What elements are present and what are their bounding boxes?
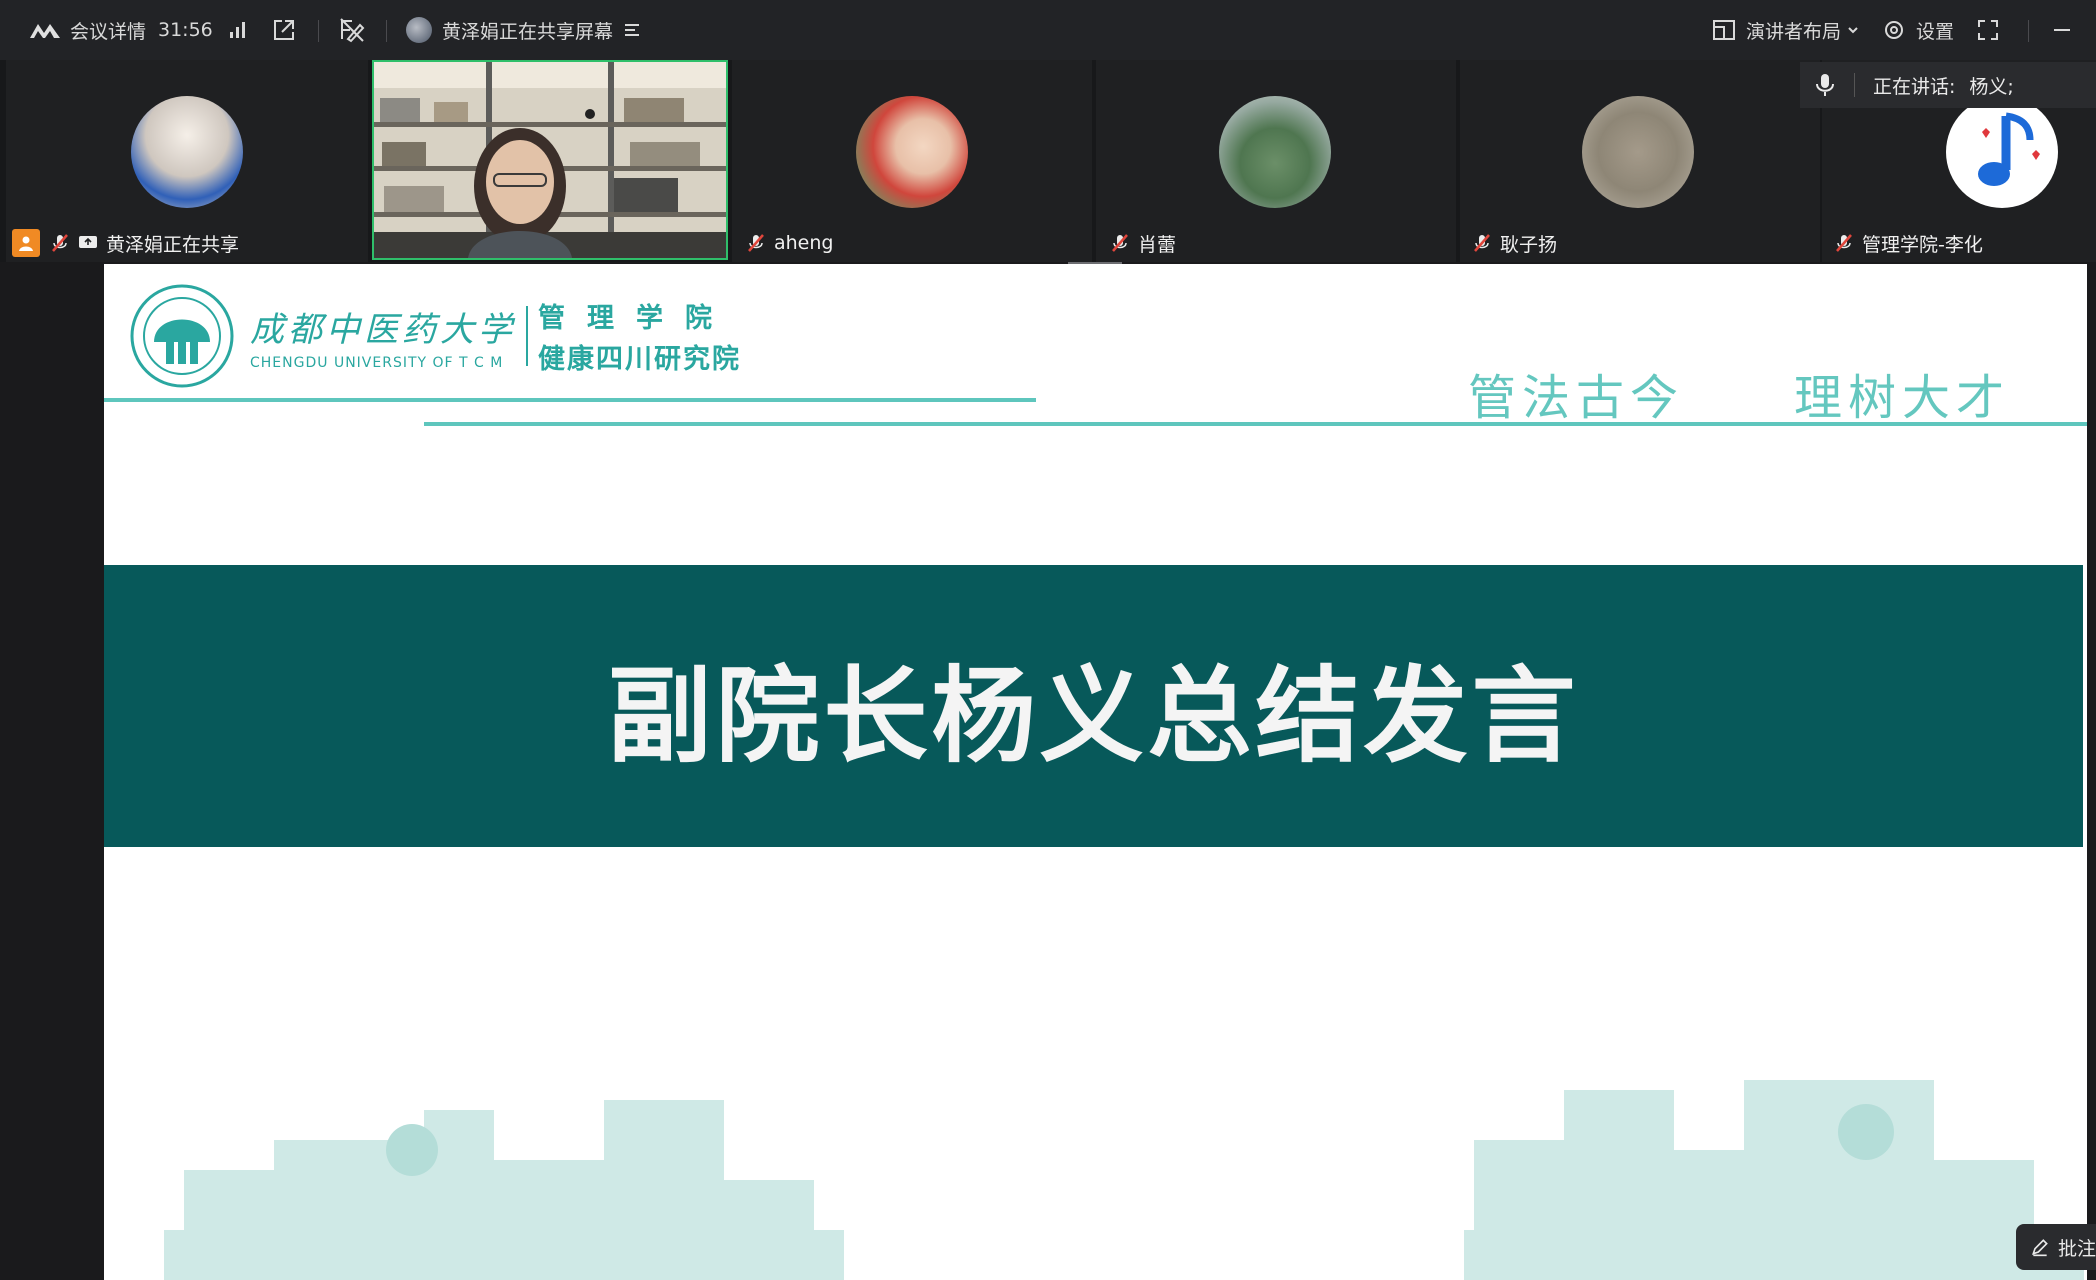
participant-tile[interactable]: 黄泽娟正在共享 [6, 60, 368, 262]
annotation-disabled-icon[interactable] [338, 0, 366, 60]
pen-icon [2032, 1239, 2048, 1257]
annotate-button[interactable]: 批注 [2016, 1224, 2096, 1270]
divider-line [424, 422, 2087, 426]
speaking-indicator: 正在讲话: 杨义; [1800, 62, 2096, 108]
meeting-details-label: 会议详情 [70, 20, 147, 43]
video-feed [374, 62, 726, 258]
avatar [1946, 96, 2058, 208]
minimize-icon[interactable] [2052, 0, 2072, 60]
university-logo-block: 成都中医药大学 CHENGDU UNIVERSITY OF T C M 管理学院… [128, 282, 741, 390]
motto-left: 管法古今 [1468, 370, 1685, 426]
music-note-icon [1978, 112, 2040, 186]
meeting-details-button[interactable]: 会议详情 [28, 0, 146, 60]
popout-icon[interactable] [272, 0, 296, 60]
sharing-status[interactable]: 黄泽娟正在共享屏幕 [406, 0, 641, 60]
muted-mic-icon [748, 234, 764, 252]
sharer-avatar [406, 17, 432, 43]
shared-screen-slide: 成都中医药大学 CHENGDU UNIVERSITY OF T C M 管理学院… [104, 264, 2087, 1280]
chevron-down-icon [1848, 27, 1858, 34]
institute-name: 健康四川研究院 [538, 344, 741, 375]
layout-icon [1713, 20, 1735, 40]
building-illustration [1464, 1080, 2084, 1280]
muted-mic-icon [1836, 234, 1852, 252]
avatar [856, 96, 968, 208]
avatar [1582, 96, 1694, 208]
list-icon [625, 24, 640, 36]
slide-title: 副院长杨义总结发言 [607, 653, 1580, 777]
avatar [131, 96, 243, 208]
participant-name: aheng [774, 232, 834, 254]
participant-name: 耿子扬 [1500, 233, 1558, 256]
university-seal-icon [130, 284, 234, 388]
participant-name: 肖蕾 [1138, 233, 1177, 256]
signal-strength-icon[interactable] [228, 0, 248, 60]
layout-label: 演讲者布局 [1746, 20, 1842, 43]
motto-right: 理树大才 [1794, 370, 2011, 426]
university-name-en: CHENGDU UNIVERSITY OF T C M [250, 354, 504, 371]
muted-mic-icon [1112, 234, 1128, 252]
muted-mic-icon [52, 234, 68, 252]
participant-tile[interactable]: 肖蕾 [1096, 60, 1456, 262]
avatar [1219, 96, 1331, 208]
meeting-timer: 31:56 [158, 19, 213, 41]
screen-share-icon [79, 236, 97, 248]
speaking-names: 杨义; [1969, 75, 2014, 98]
participant-name: 管理学院-李化 [1862, 233, 1983, 256]
speaking-label: 正在讲话: [1873, 75, 1956, 98]
participant-name: 黄泽娟正在共享 [106, 233, 240, 256]
host-badge-icon [12, 229, 40, 257]
sharing-status-label: 黄泽娟正在共享屏幕 [442, 20, 614, 43]
layout-dropdown[interactable]: 演讲者布局 [1712, 0, 1859, 60]
annotate-label: 批注 [2057, 1237, 2096, 1260]
gear-icon [1885, 21, 1903, 39]
building-illustration [164, 1100, 844, 1280]
participant-tile[interactable]: 耿子扬 [1460, 60, 1820, 262]
divider-line [104, 398, 1036, 402]
school-name: 管理学院 [538, 303, 734, 334]
meeting-toolbar: 会议详情 31:56 黄泽娟正在共享屏幕 演讲者布局 设置 [0, 0, 2096, 60]
mic-icon [1816, 74, 1834, 96]
participant-tile[interactable]: aheng [732, 60, 1092, 262]
meeting-logo-icon [30, 24, 60, 38]
active-speaker-video[interactable]: 杨义 [372, 60, 728, 260]
settings-button[interactable]: 设置 [1882, 0, 1954, 60]
fullscreen-icon[interactable] [1976, 0, 2000, 60]
title-banner: 副院长杨义总结发言 [104, 565, 2083, 847]
settings-label: 设置 [1916, 20, 1955, 43]
muted-mic-icon [1474, 234, 1490, 252]
university-name-cn: 成都中医药大学 [250, 309, 516, 350]
